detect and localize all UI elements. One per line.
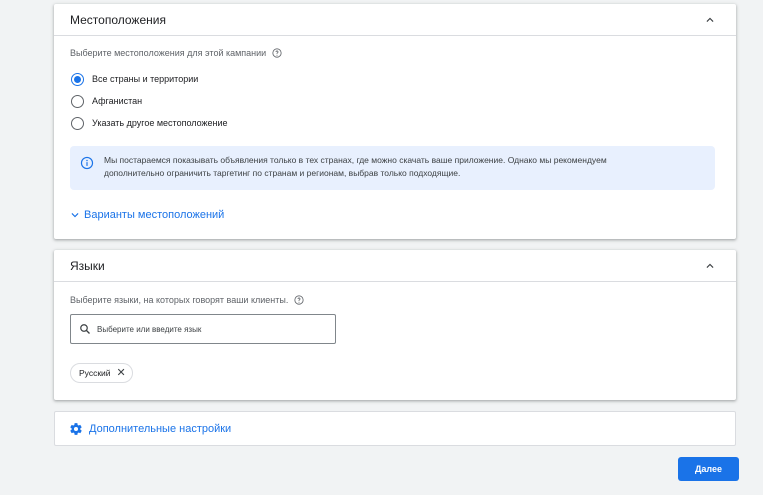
locations-prompt: Выберите местоположения для этой кампани…: [70, 48, 282, 58]
next-button[interactable]: Далее: [678, 457, 739, 481]
languages-card: Языки Выберите языки, на которых говорят…: [54, 250, 736, 400]
language-search-input[interactable]: [97, 324, 317, 334]
locations-collapse-button[interactable]: [700, 10, 720, 30]
locations-prompt-text: Выберите местоположения для этой кампани…: [70, 48, 267, 58]
chevron-up-icon: [706, 263, 714, 268]
advanced-settings-row[interactable]: Дополнительные настройки: [54, 411, 736, 446]
location-variants-link[interactable]: Варианты местоположений: [68, 208, 224, 222]
search-icon: [80, 324, 90, 334]
info-icon: [80, 156, 94, 170]
radio-button[interactable]: [71, 72, 84, 86]
info-line-2: дополнительно ограничить таргетинг по ст…: [104, 168, 461, 178]
location-option-afghanistan[interactable]: Афганистан: [71, 90, 228, 112]
languages-prompt-text: Выберите языки, на которых говорят ваши …: [70, 295, 289, 305]
radio-button[interactable]: [71, 116, 84, 130]
help-icon[interactable]: [272, 48, 282, 58]
languages-header[interactable]: Языки: [54, 250, 736, 282]
languages-title: Языки: [70, 258, 105, 273]
locations-header[interactable]: Местоположения: [54, 4, 736, 36]
location-option-other[interactable]: Указать другое местоположение: [71, 112, 228, 134]
close-icon[interactable]: ✕: [117, 367, 126, 379]
location-variants-label: Варианты местоположений: [84, 209, 225, 221]
chip-label: Русский: [79, 368, 111, 378]
help-icon[interactable]: [294, 295, 304, 305]
chevron-up-icon: [706, 17, 714, 22]
location-radio-group: Все страны и территории Афганистан Указа…: [71, 68, 228, 134]
language-chip[interactable]: Русский ✕: [70, 363, 133, 383]
radio-button[interactable]: [71, 94, 84, 108]
advanced-settings-label: Дополнительные настройки: [89, 422, 232, 435]
option-label: Указать другое местоположение: [92, 118, 228, 128]
info-banner: Мы постараемся показывать объявления тол…: [70, 146, 715, 190]
language-search-field[interactable]: [70, 314, 336, 344]
locations-card: Местоположения Выберите местоположения д…: [54, 4, 736, 239]
info-text: Мы постараемся показывать объявления тол…: [104, 154, 607, 180]
option-label: Все страны и территории: [92, 74, 199, 84]
option-label: Афганистан: [92, 96, 143, 106]
chevron-down-icon: [71, 213, 79, 218]
locations-title: Местоположения: [70, 12, 166, 27]
info-line-1: Мы постараемся показывать объявления тол…: [104, 155, 607, 165]
gear-icon: [70, 422, 82, 435]
location-option-all[interactable]: Все страны и территории: [71, 68, 228, 90]
languages-collapse-button[interactable]: [700, 256, 720, 276]
languages-prompt: Выберите языки, на которых говорят ваши …: [70, 295, 304, 305]
